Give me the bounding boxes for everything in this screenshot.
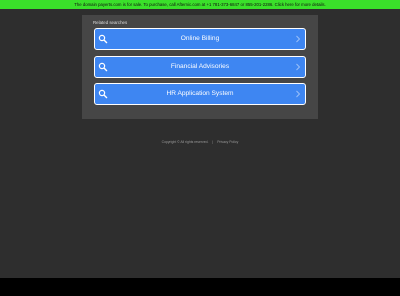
related-search-label: Online Billing <box>180 35 220 42</box>
chevron-right-icon <box>296 90 301 98</box>
chevron-right-icon <box>296 63 301 71</box>
related-searches-title: Related searches <box>93 20 128 25</box>
footer-separator: | <box>212 140 214 144</box>
chevron-right-icon <box>296 35 301 43</box>
banner-text[interactable]: The domain payerts.com is for sale. To p… <box>74 2 326 7</box>
related-search-label: Financial Advisories <box>170 63 230 70</box>
related-search-hr-application-system[interactable]: HR Application System <box>94 83 306 105</box>
footer: Copyright © All rights reserved. | Priva… <box>0 140 400 144</box>
related-search-financial-advisories[interactable]: Financial Advisories <box>94 56 306 78</box>
privacy-policy-link[interactable]: Privacy Policy <box>217 140 238 144</box>
domain-sale-banner[interactable]: The domain payerts.com is for sale. To p… <box>0 0 400 9</box>
related-search-online-billing[interactable]: Online Billing <box>94 28 306 50</box>
copyright-text: Copyright © All rights reserved. <box>161 140 209 144</box>
page: The domain payerts.com is for sale. To p… <box>0 0 400 296</box>
bottom-bar <box>0 278 400 296</box>
related-searches-panel: Related searches Online Billing Financia… <box>82 15 318 119</box>
related-search-label: HR Application System <box>166 90 234 97</box>
